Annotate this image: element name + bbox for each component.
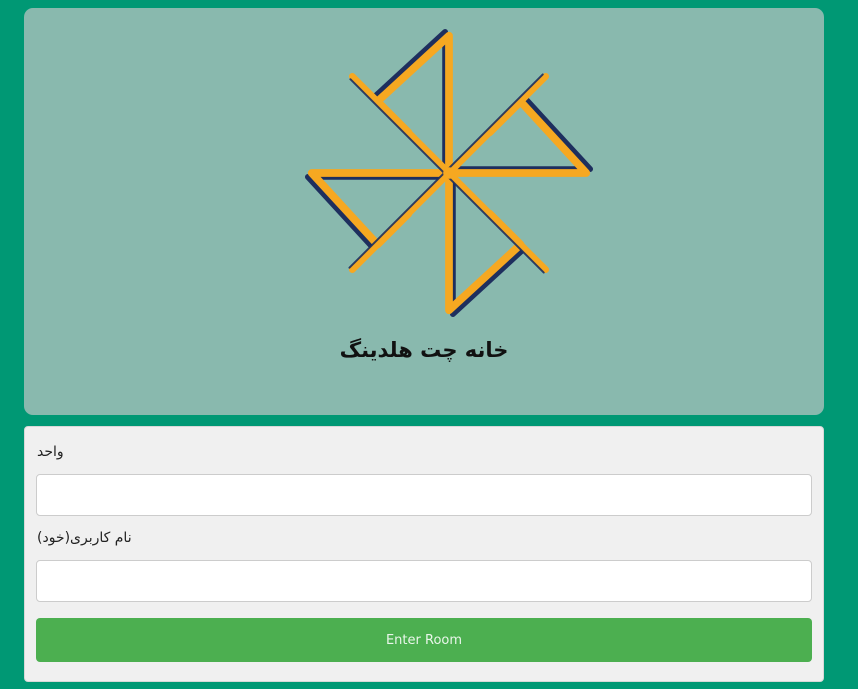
username-input[interactable] — [36, 560, 812, 602]
page-title: خانه چت هلدینگ — [339, 338, 509, 362]
pinwheel-logo-icon — [304, 28, 594, 318]
unit-input[interactable] — [36, 474, 812, 516]
username-label: نام کاربری(خود) — [37, 530, 132, 546]
header-card: خانه چت هلدینگ — [24, 8, 824, 415]
enter-room-button[interactable]: Enter Room — [36, 618, 812, 662]
login-form: واحد نام کاربری(خود) Enter Room — [24, 426, 824, 682]
unit-label: واحد — [37, 444, 64, 460]
